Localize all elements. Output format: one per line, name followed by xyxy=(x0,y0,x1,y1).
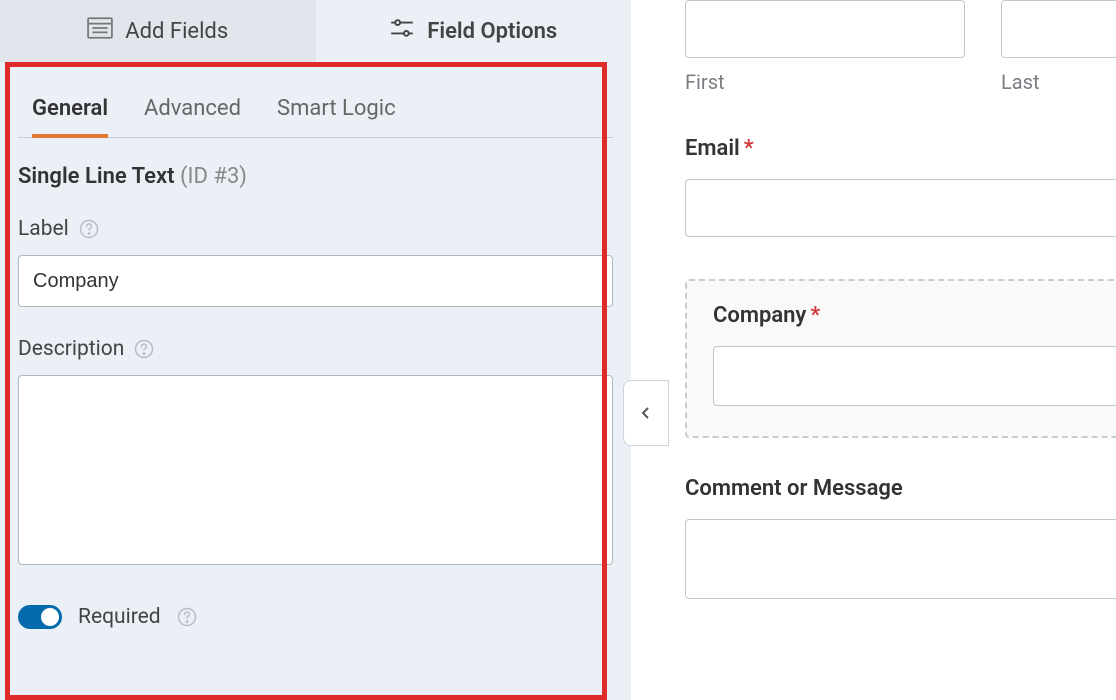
field-type: Single Line Text xyxy=(18,164,175,189)
form-preview: First Last Email* Company* Comment o xyxy=(631,0,1116,700)
preview-last-input[interactable] xyxy=(1001,0,1116,58)
label-text: Email xyxy=(685,136,740,161)
preview-email-field: Email* xyxy=(685,136,1116,237)
preview-comment-field: Comment or Message xyxy=(685,476,1116,599)
preview-email-label: Email* xyxy=(685,136,1116,161)
sub-tabs: General Advanced Smart Logic xyxy=(18,80,613,138)
sub-tab-smart-logic[interactable]: Smart Logic xyxy=(277,96,396,137)
label-group: Label xyxy=(18,217,613,307)
required-label: Required xyxy=(78,605,161,629)
tab-label: Field Options xyxy=(427,19,557,44)
sub-tab-advanced[interactable]: Advanced xyxy=(144,96,241,137)
description-group: Description xyxy=(18,337,613,569)
field-id: (ID #3) xyxy=(180,164,247,189)
preview-comment-label: Comment or Message xyxy=(685,476,1116,501)
field-header: Single Line Text (ID #3) xyxy=(18,164,613,189)
help-icon[interactable] xyxy=(79,219,99,239)
form-icon xyxy=(87,17,113,45)
required-row: Required xyxy=(18,605,613,629)
description-textarea[interactable] xyxy=(18,375,613,565)
field-options-sidebar: Add Fields Field Options General xyxy=(0,0,631,700)
preview-company-input[interactable] xyxy=(713,346,1116,406)
tab-add-fields[interactable]: Add Fields xyxy=(0,0,316,62)
preview-first-sublabel: First xyxy=(685,70,965,94)
chevron-left-icon xyxy=(638,405,654,421)
tab-label: Add Fields xyxy=(125,19,228,44)
sliders-icon xyxy=(389,17,415,45)
sub-tab-general[interactable]: General xyxy=(32,96,108,137)
help-icon[interactable] xyxy=(134,339,154,359)
description-label: Description xyxy=(18,337,124,361)
preview-first-input[interactable] xyxy=(685,0,965,58)
required-toggle[interactable] xyxy=(18,605,62,629)
label-text: Company xyxy=(713,303,806,328)
preview-name-field: First Last xyxy=(685,0,1116,94)
preview-company-label: Company* xyxy=(713,303,1116,328)
tab-field-options[interactable]: Field Options xyxy=(316,0,632,62)
label-input[interactable] xyxy=(18,255,613,307)
preview-email-input[interactable] xyxy=(685,179,1116,237)
preview-comment-textarea[interactable] xyxy=(685,519,1116,599)
help-icon[interactable] xyxy=(177,607,197,627)
preview-company-field-selected[interactable]: Company* xyxy=(685,279,1116,438)
options-panel: General Advanced Smart Logic Single Line… xyxy=(0,62,631,700)
preview-last-sublabel: Last xyxy=(1001,70,1116,94)
collapse-handle[interactable] xyxy=(623,380,669,446)
toggle-knob xyxy=(41,608,59,626)
required-star: * xyxy=(744,136,754,161)
label-label: Label xyxy=(18,217,69,241)
main-tabs: Add Fields Field Options xyxy=(0,0,631,62)
required-star: * xyxy=(810,303,820,328)
